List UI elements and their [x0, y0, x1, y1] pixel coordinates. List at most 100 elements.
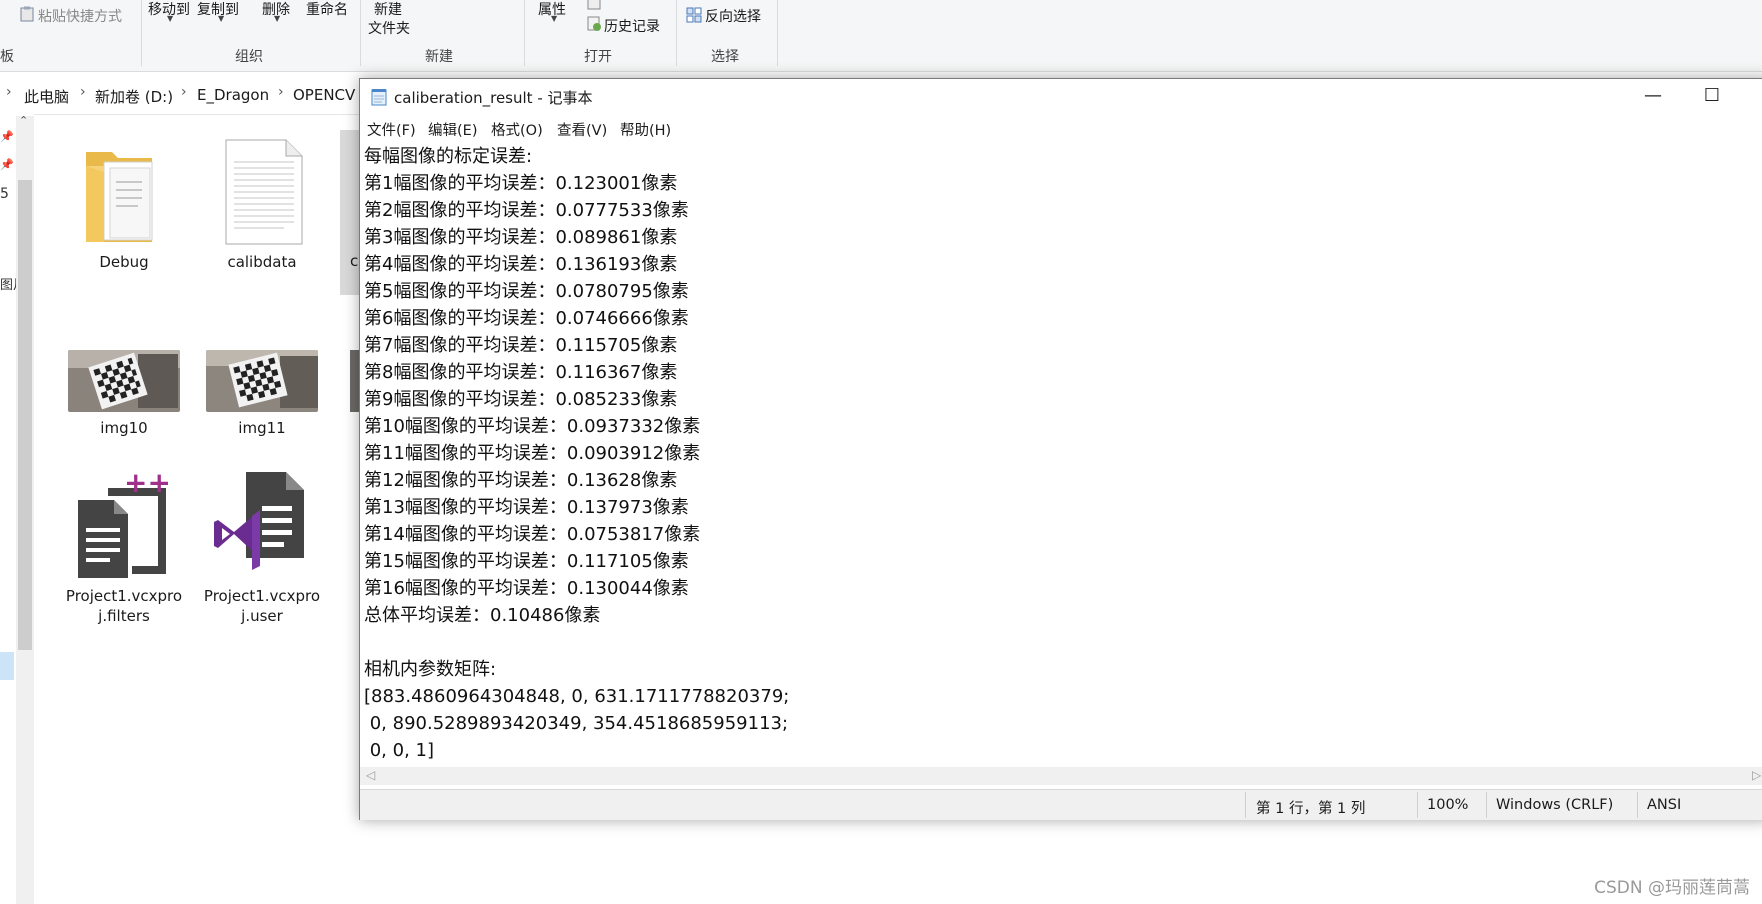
file-item-debug[interactable]: Debug [62, 136, 186, 276]
notepad-statusbar: 第 1 行，第 1 列 100% Windows (CRLF) ANSI [360, 789, 1762, 820]
breadcrumb-e-dragon[interactable]: E_Dragon [197, 86, 269, 104]
history-button[interactable]: 历史记录 [604, 16, 660, 36]
file-name: Debug [99, 253, 149, 271]
text-line: 第8幅图像的平均误差：0.116367像素 [364, 362, 678, 383]
ribbon-divider [524, 0, 525, 66]
text-line: 第9幅图像的平均误差：0.085233像素 [364, 389, 678, 410]
text-line [364, 629, 1754, 656]
menu-file[interactable]: 文件(F) [367, 119, 416, 140]
file-name-line2: j.user [241, 607, 283, 625]
menu-view[interactable]: 查看(V) [557, 119, 607, 140]
pin-icon[interactable]: 📌 [0, 158, 14, 171]
nav-selected-item[interactable] [0, 652, 14, 680]
delete-dropdown-icon[interactable]: ▼ [274, 14, 280, 23]
minimize-button[interactable]: — [1624, 79, 1682, 113]
file-name-line1: Project1.vcxpro [203, 587, 321, 605]
text-line: 相机内参数矩阵: [364, 659, 497, 680]
nav-scrollbar-thumb[interactable] [18, 180, 32, 650]
status-cursor-position: 第 1 行，第 1 列 [1256, 801, 1366, 817]
scroll-right-icon[interactable]: ▷ [1752, 768, 1761, 782]
text-line: 第11幅图像的平均误差：0.0903912像素 [364, 443, 701, 464]
cpp-project-filters-icon: ++ [70, 470, 174, 582]
properties-dropdown-icon[interactable]: ▼ [551, 14, 557, 23]
new-folder-line1[interactable]: 新建 [374, 0, 402, 19]
copy-to-dropdown-icon[interactable]: ▼ [218, 14, 224, 23]
text-line: 第7幅图像的平均误差：0.115705像素 [364, 335, 678, 356]
text-line: 第13幅图像的平均误差：0.137973像素 [364, 497, 689, 518]
menu-help[interactable]: 帮助(H) [620, 119, 671, 140]
text-line: 第1幅图像的平均误差：0.123001像素 [364, 173, 678, 194]
group-label-clipboard: 板 [0, 49, 14, 65]
file-name: img10 [100, 419, 148, 437]
paste-shortcut-button[interactable]: 粘贴快捷方式 [38, 6, 122, 26]
paste-shortcut-icon [20, 6, 34, 22]
scroll-left-icon[interactable]: ◁ [366, 768, 375, 782]
chevron-right-icon[interactable]: › [278, 84, 284, 100]
history-icon [587, 16, 601, 31]
group-label-open: 打开 [584, 49, 612, 65]
notepad-titlebar[interactable]: caliberation_result - 记事本 — ☐ ✕ [360, 79, 1762, 113]
image-thumbnail [206, 350, 318, 412]
breadcrumb-this-pc[interactable]: 此电脑 [24, 86, 69, 107]
image-thumbnail [68, 350, 180, 412]
text-line: 第16幅图像的平均误差：0.130044像素 [364, 578, 689, 599]
svg-text:++: ++ [124, 470, 171, 499]
text-line: 第12幅图像的平均误差：0.13628像素 [364, 470, 678, 491]
text-line: 第4幅图像的平均误差：0.136193像素 [364, 254, 678, 275]
text-line: 0, 0, 1] [364, 740, 434, 761]
visual-studio-icon [212, 470, 312, 582]
group-label-select: 选择 [711, 49, 739, 65]
invert-selection-button[interactable]: 反向选择 [705, 6, 761, 26]
text-line: 第6幅图像的平均误差：0.0746666像素 [364, 308, 689, 329]
file-item-vcxproj-user[interactable]: Project1.vcxpro j.user [200, 470, 324, 630]
explorer-ribbon: 粘贴快捷方式 移动到 ▼ 复制到 ▼ 删除 ▼ 重命名 新建 文件夹 属性 ▼ … [0, 0, 1762, 72]
breadcrumb-opencv[interactable]: OPENCV [293, 86, 355, 104]
file-item-calibdata[interactable]: calibdata [200, 136, 324, 276]
file-item-vcxproj-filters[interactable]: ++ Project1.vcxpro j.filters [62, 470, 186, 630]
invert-selection-icon [686, 7, 702, 23]
file-item-img10[interactable]: img10 [62, 350, 186, 446]
chevron-right-icon: › [6, 84, 12, 100]
chevron-right-icon[interactable]: › [80, 84, 86, 100]
text-line: 第14幅图像的平均误差：0.0753817像素 [364, 524, 701, 545]
text-line: 0, 890.5289893420349, 354.4518685959113; [364, 713, 789, 734]
chevron-right-icon[interactable]: › [181, 84, 187, 100]
file-name-line1: Project1.vcxpro [65, 587, 183, 605]
nav-item-fragment[interactable]: 5 [0, 186, 9, 202]
file-name: calibdata [227, 253, 297, 271]
status-divider [1486, 792, 1487, 818]
status-divider [1245, 792, 1246, 818]
ribbon-divider [360, 0, 361, 66]
partial-file-label: c [350, 252, 359, 270]
horizontal-scrollbar[interactable]: ◁ ▷ [360, 767, 1762, 785]
new-folder-line2[interactable]: 文件夹 [368, 18, 410, 38]
group-label-organize: 组织 [235, 49, 263, 65]
watermark: CSDN @玛丽莲茼蒿 [1594, 878, 1750, 898]
partial-file-item[interactable] [340, 130, 360, 295]
file-name: img11 [238, 419, 286, 437]
maximize-button[interactable]: ☐ [1683, 79, 1741, 113]
menu-edit[interactable]: 编辑(E) [428, 119, 477, 140]
rename-button[interactable]: 重命名 [306, 0, 348, 19]
close-button[interactable]: ✕ [1742, 79, 1762, 113]
file-item-img11[interactable]: img11 [200, 350, 324, 446]
edit-icon [587, 0, 601, 10]
breadcrumb-drive-d[interactable]: 新加卷 (D:) [95, 86, 173, 107]
text-line: 第3幅图像的平均误差：0.089861像素 [364, 227, 678, 248]
status-encoding: ANSI [1647, 797, 1682, 813]
group-label-new: 新建 [425, 49, 453, 65]
ribbon-divider [777, 0, 778, 66]
pin-icon[interactable]: 📌 [0, 130, 14, 143]
text-line: 第2幅图像的平均误差：0.0777533像素 [364, 200, 689, 221]
text-line: 第5幅图像的平均误差：0.0780795像素 [364, 281, 689, 302]
status-divider [1417, 792, 1418, 818]
menu-format[interactable]: 格式(O) [491, 119, 543, 140]
notepad-window[interactable]: caliberation_result - 记事本 — ☐ ✕ 文件(F) 编辑… [359, 78, 1762, 820]
scroll-up-icon[interactable]: ⌃ [19, 114, 28, 127]
ribbon-divider [141, 0, 142, 66]
status-zoom: 100% [1427, 797, 1469, 813]
notepad-text-area[interactable]: 每幅图像的标定误差: 第1幅图像的平均误差：0.123001像素 第2幅图像的平均误… [364, 143, 1754, 767]
text-line: 第10幅图像的平均误差：0.0937332像素 [364, 416, 701, 437]
move-to-dropdown-icon[interactable]: ▼ [167, 14, 173, 23]
notepad-app-icon [371, 89, 387, 106]
